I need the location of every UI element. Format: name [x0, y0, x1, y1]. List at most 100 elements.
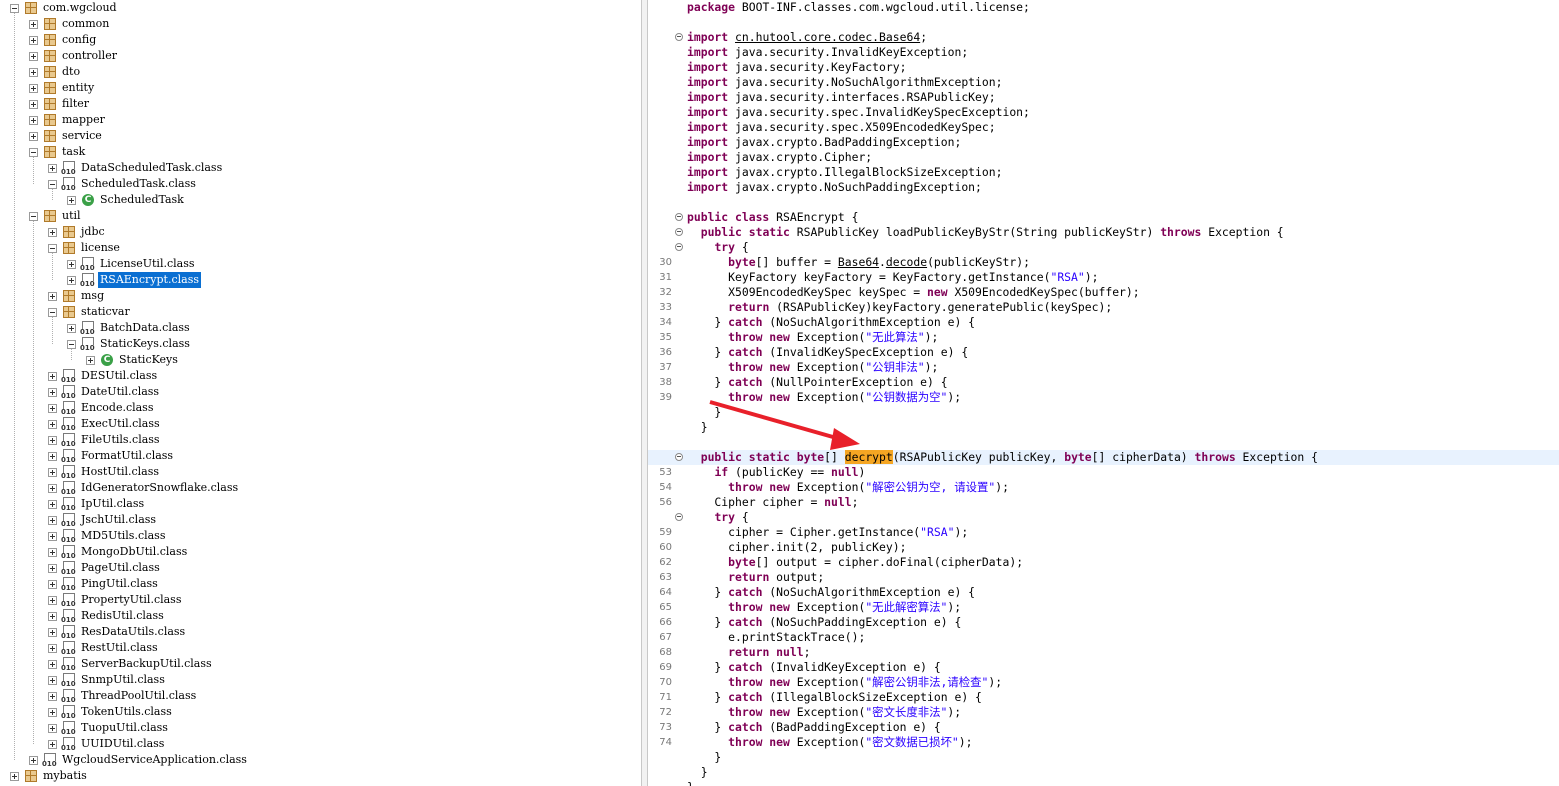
collapse-icon[interactable] — [29, 148, 38, 157]
code-line[interactable]: import java.security.InvalidKeyException… — [648, 45, 1559, 60]
expand-icon[interactable] — [48, 452, 57, 461]
code-line[interactable]: 67 e.printStackTrace(); — [648, 630, 1559, 645]
code-line[interactable]: 56 Cipher cipher = null; — [648, 495, 1559, 510]
code-line[interactable]: 32 X509EncodedKeySpec keySpec = new X509… — [648, 285, 1559, 300]
expand-icon[interactable] — [48, 644, 57, 653]
expand-icon[interactable] — [67, 196, 76, 205]
tree-node[interactable]: 010 DESUtil.class — [0, 368, 640, 384]
tree-node[interactable]: config — [0, 32, 640, 48]
expand-icon[interactable] — [48, 564, 57, 573]
collapse-icon[interactable] — [67, 340, 76, 349]
fold-toggle-icon[interactable] — [675, 243, 683, 251]
code-line[interactable]: 30 byte[] buffer = Base64.decode(publicK… — [648, 255, 1559, 270]
expand-icon[interactable] — [48, 436, 57, 445]
fold-toggle-icon[interactable] — [675, 213, 683, 221]
collapse-icon[interactable] — [29, 212, 38, 221]
expand-icon[interactable] — [67, 260, 76, 269]
expand-icon[interactable] — [48, 740, 57, 749]
tree-node[interactable]: util — [0, 208, 640, 224]
collapse-icon[interactable] — [10, 4, 19, 13]
tree-node[interactable]: 010 ExecUtil.class — [0, 416, 640, 432]
expand-icon[interactable] — [48, 660, 57, 669]
code-line[interactable]: } — [648, 765, 1559, 780]
fold-toggle-icon[interactable] — [675, 513, 683, 521]
collapse-icon[interactable] — [48, 244, 57, 253]
tree-node[interactable]: 010 HostUtil.class — [0, 464, 640, 480]
fold-toggle-icon[interactable] — [675, 453, 683, 461]
expand-icon[interactable] — [48, 228, 57, 237]
tree-node[interactable]: service — [0, 128, 640, 144]
code-line[interactable]: import java.security.interfaces.RSAPubli… — [648, 90, 1559, 105]
code-line[interactable]: 73 } catch (BadPaddingException e) { — [648, 720, 1559, 735]
code-line[interactable]: import javax.crypto.Cipher; — [648, 150, 1559, 165]
code-line[interactable]: 53 if (publicKey == null) — [648, 465, 1559, 480]
code-line[interactable]: import java.security.KeyFactory; — [648, 60, 1559, 75]
tree-node[interactable]: 010 ScheduledTask.class — [0, 176, 640, 192]
tree-node[interactable]: 010 DataScheduledTask.class — [0, 160, 640, 176]
code-line[interactable]: import javax.crypto.NoSuchPaddingExcepti… — [648, 180, 1559, 195]
code-line[interactable]: public static byte[] decrypt(RSAPublicKe… — [648, 450, 1559, 465]
tree-node[interactable]: common — [0, 16, 640, 32]
expand-icon[interactable] — [48, 692, 57, 701]
code-line[interactable]: try { — [648, 510, 1559, 525]
tree-node[interactable]: 010 TokenUtils.class — [0, 704, 640, 720]
tree-node[interactable]: 010 ThreadPoolUtil.class — [0, 688, 640, 704]
expand-icon[interactable] — [29, 116, 38, 125]
tree-node[interactable]: 010 SnmpUtil.class — [0, 672, 640, 688]
tree-node[interactable]: 010 WgcloudServiceApplication.class — [0, 752, 640, 768]
code-line[interactable]: 63 return output; — [648, 570, 1559, 585]
code-line[interactable]: import java.security.NoSuchAlgorithmExce… — [648, 75, 1559, 90]
tree-node[interactable]: 010 LicenseUtil.class — [0, 256, 640, 272]
expand-icon[interactable] — [86, 356, 95, 365]
pane-splitter[interactable] — [641, 0, 648, 786]
expand-icon[interactable] — [29, 756, 38, 765]
code-line[interactable]: import java.security.spec.InvalidKeySpec… — [648, 105, 1559, 120]
expand-icon[interactable] — [48, 500, 57, 509]
expand-icon[interactable] — [29, 36, 38, 45]
tree-node[interactable]: 010 FileUtils.class — [0, 432, 640, 448]
code-line[interactable]: 39 throw new Exception("公钥数据为空"); — [648, 390, 1559, 405]
code-line[interactable]: import java.security.spec.X509EncodedKey… — [648, 120, 1559, 135]
expand-icon[interactable] — [48, 612, 57, 621]
expand-icon[interactable] — [67, 324, 76, 333]
code-line[interactable]: } — [648, 405, 1559, 420]
tree-node[interactable]: C ScheduledTask — [0, 192, 640, 208]
expand-icon[interactable] — [48, 596, 57, 605]
expand-icon[interactable] — [48, 580, 57, 589]
tree-node[interactable]: 010 BatchData.class — [0, 320, 640, 336]
expand-icon[interactable] — [10, 772, 19, 781]
expand-icon[interactable] — [48, 388, 57, 397]
code-line[interactable]: 68 return null; — [648, 645, 1559, 660]
code-line[interactable]: } — [648, 420, 1559, 435]
code-line[interactable]: 66 } catch (NoSuchPaddingException e) { — [648, 615, 1559, 630]
code-line[interactable] — [648, 435, 1559, 450]
code-line[interactable]: 31 KeyFactory keyFactory = KeyFactory.ge… — [648, 270, 1559, 285]
expand-icon[interactable] — [67, 276, 76, 285]
code-line[interactable]: 64 } catch (NoSuchAlgorithmException e) … — [648, 585, 1559, 600]
tree-node[interactable]: 010 ResDataUtils.class — [0, 624, 640, 640]
code-line[interactable]: import cn.hutool.core.codec.Base64; — [648, 30, 1559, 45]
expand-icon[interactable] — [48, 484, 57, 493]
code-line[interactable]: 62 byte[] output = cipher.doFinal(cipher… — [648, 555, 1559, 570]
fold-toggle-icon[interactable] — [675, 33, 683, 41]
tree-node[interactable]: task — [0, 144, 640, 160]
tree-node[interactable]: filter — [0, 96, 640, 112]
expand-icon[interactable] — [48, 628, 57, 637]
tree-node[interactable]: 010 UUIDUtil.class — [0, 736, 640, 752]
expand-icon[interactable] — [48, 372, 57, 381]
expand-icon[interactable] — [48, 292, 57, 301]
expand-icon[interactable] — [48, 708, 57, 717]
tree-node[interactable]: msg — [0, 288, 640, 304]
expand-icon[interactable] — [29, 132, 38, 141]
code-line[interactable] — [648, 195, 1559, 210]
tree-node[interactable]: 010 RestUtil.class — [0, 640, 640, 656]
tree-node[interactable]: license — [0, 240, 640, 256]
code-line[interactable]: } — [648, 750, 1559, 765]
tree-node[interactable]: 010 IpUtil.class — [0, 496, 640, 512]
expand-icon[interactable] — [29, 68, 38, 77]
tree-node[interactable]: entity — [0, 80, 640, 96]
code-line[interactable]: 35 throw new Exception("无此算法"); — [648, 330, 1559, 345]
expand-icon[interactable] — [48, 164, 57, 173]
code-line[interactable]: 59 cipher = Cipher.getInstance("RSA"); — [648, 525, 1559, 540]
code-line[interactable]: 71 } catch (IllegalBlockSizeException e)… — [648, 690, 1559, 705]
